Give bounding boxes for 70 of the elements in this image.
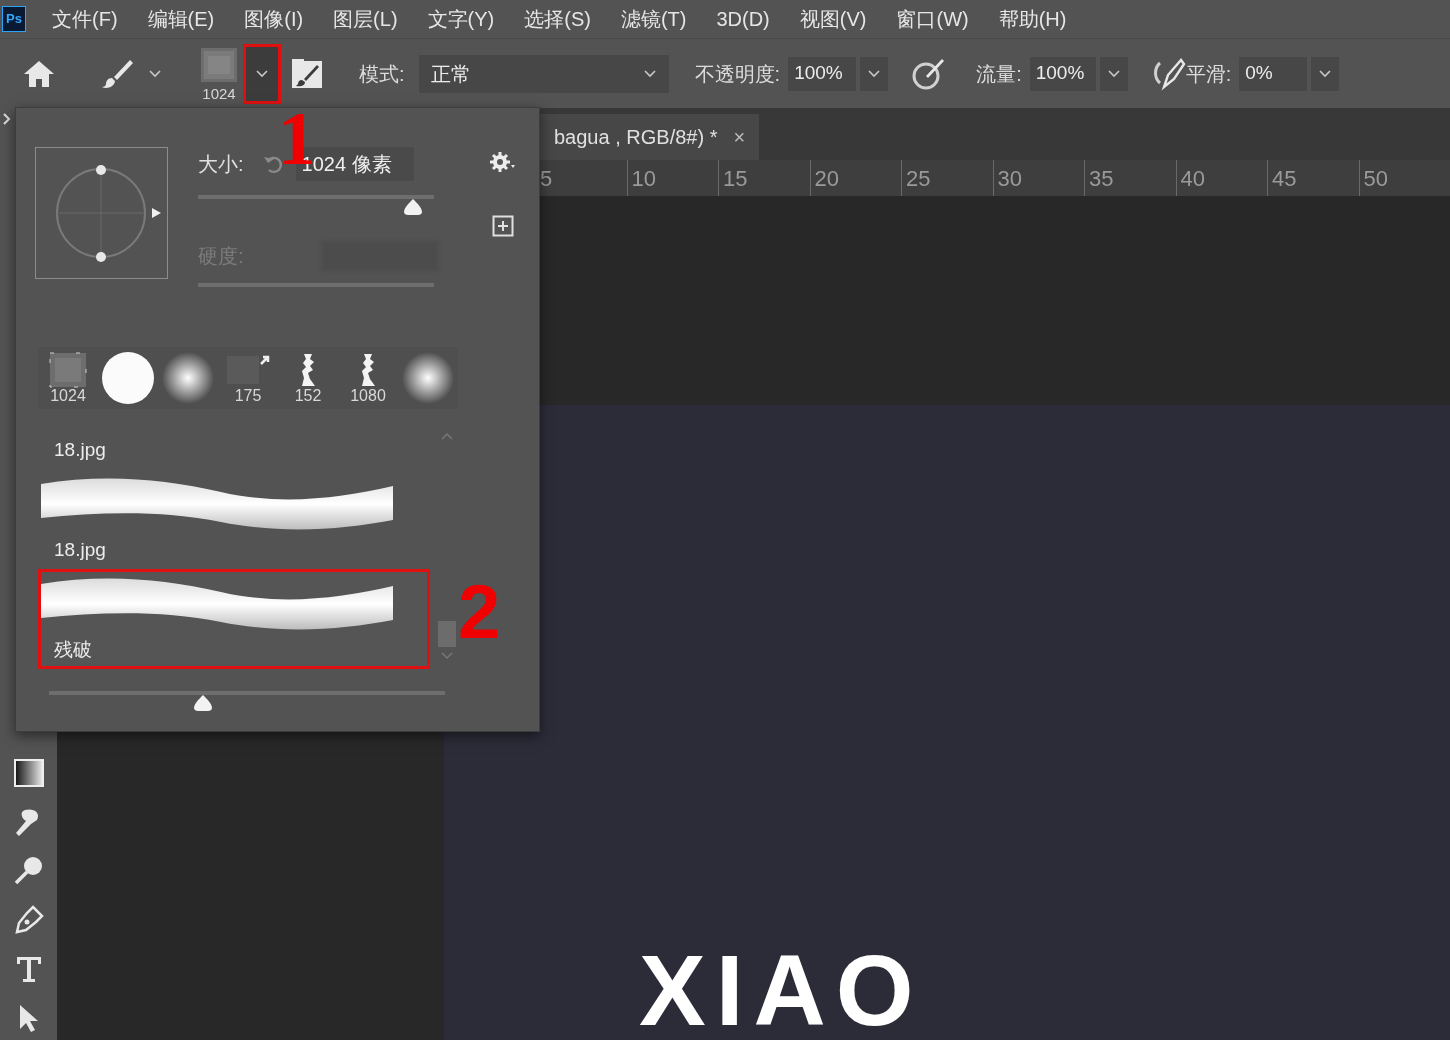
- dodge-tool-icon[interactable]: [12, 855, 45, 887]
- ruler-number: 20: [814, 164, 839, 193]
- caret-icon: [1318, 68, 1333, 79]
- document-tab[interactable]: bagua , RGB/8#) * ×: [540, 114, 760, 160]
- hard-round-icon: [101, 351, 155, 405]
- square-texture-icon: [49, 352, 87, 388]
- brush-tip-thumbnail-icon: [200, 46, 238, 83]
- dropdown-button[interactable]: [1099, 56, 1128, 91]
- menu-item[interactable]: 视图(V): [799, 4, 867, 34]
- ruler-number: 45: [1272, 164, 1297, 193]
- caret-icon: [642, 68, 657, 79]
- ruler-number: 15: [723, 164, 748, 193]
- menu-item[interactable]: 文件(F): [52, 4, 118, 34]
- brush-tip[interactable]: 152: [278, 347, 338, 409]
- mode-dropdown[interactable]: 正常: [418, 54, 669, 93]
- menu-item[interactable]: 编辑(E): [147, 4, 215, 34]
- caret-icon: [1106, 68, 1121, 79]
- gradient-tool-icon[interactable]: [12, 757, 45, 789]
- brush-preset-item[interactable]: 18.jpg: [38, 431, 430, 469]
- caret-icon: [867, 68, 882, 79]
- menu-item[interactable]: 文字(Y): [427, 4, 495, 34]
- soft-round-icon: [161, 351, 215, 405]
- brush-tip[interactable]: 1024: [38, 347, 98, 409]
- settings-icon[interactable]: [490, 151, 516, 173]
- dropdown-button[interactable]: [1311, 56, 1340, 91]
- menu-item[interactable]: 3D(D): [716, 4, 770, 34]
- menu-item[interactable]: 窗口(W): [896, 4, 969, 34]
- pen-tool-icon[interactable]: [12, 904, 45, 936]
- smoothing-field[interactable]: 0%: [1239, 56, 1308, 91]
- brush-settings-toggle-icon[interactable]: [291, 57, 323, 90]
- brush-tip[interactable]: 1080: [338, 347, 398, 409]
- ruler-number: 50: [1363, 164, 1388, 193]
- caret-icon: [255, 68, 269, 79]
- ruler-number: 30: [997, 164, 1022, 193]
- opacity-label: 不透明度:: [694, 61, 781, 87]
- ruler-number: 25: [906, 164, 931, 193]
- home-icon[interactable]: [22, 58, 56, 89]
- menu-item[interactable]: 图像(I): [244, 4, 304, 34]
- dropdown-button[interactable]: [860, 56, 889, 91]
- scrollbar[interactable]: [438, 431, 456, 661]
- menu-item[interactable]: 滤镜(T): [620, 4, 687, 34]
- brush-preset-item[interactable]: 残破: [38, 569, 430, 669]
- new-preset-icon[interactable]: [492, 215, 514, 237]
- close-tab-button[interactable]: ×: [733, 122, 746, 152]
- ruler-number: 5: [540, 164, 553, 193]
- ruler-number: 10: [631, 164, 656, 193]
- soft-round-icon: [401, 351, 455, 405]
- brush-tip[interactable]: 175: [218, 347, 278, 409]
- annotation-number: 2: [458, 574, 501, 650]
- ruler-number: 35: [1089, 164, 1114, 193]
- size-label: 大小:: [198, 152, 244, 177]
- brush-size-label: 1024: [202, 85, 236, 101]
- flow-field[interactable]: 100%: [1029, 56, 1096, 91]
- ruler-number: 40: [1180, 164, 1205, 193]
- caret-icon[interactable]: [148, 68, 162, 79]
- document-title-text: XIAO: [639, 940, 925, 1040]
- menu-item[interactable]: 选择(S): [524, 4, 591, 34]
- app-logo: Ps: [2, 6, 26, 32]
- size-slider-thumb[interactable]: [401, 198, 424, 216]
- expand-chevron-icon[interactable]: [2, 112, 12, 126]
- brush-preset-picker[interactable]: 1024: [198, 46, 240, 101]
- mode-label: 模式:: [359, 61, 405, 87]
- menu-item[interactable]: 图层(L): [333, 4, 398, 34]
- flow-label: 流量:: [976, 61, 1022, 87]
- smoothing-label: 平滑:: [1185, 61, 1232, 87]
- brush-preset-item[interactable]: 18.jpg: [38, 469, 430, 569]
- menu-item[interactable]: 帮助(H): [998, 4, 1067, 34]
- preview-size-slider-thumb[interactable]: [192, 694, 215, 712]
- opacity-field[interactable]: 100%: [788, 56, 857, 91]
- scrollbar-thumb[interactable]: [438, 621, 456, 647]
